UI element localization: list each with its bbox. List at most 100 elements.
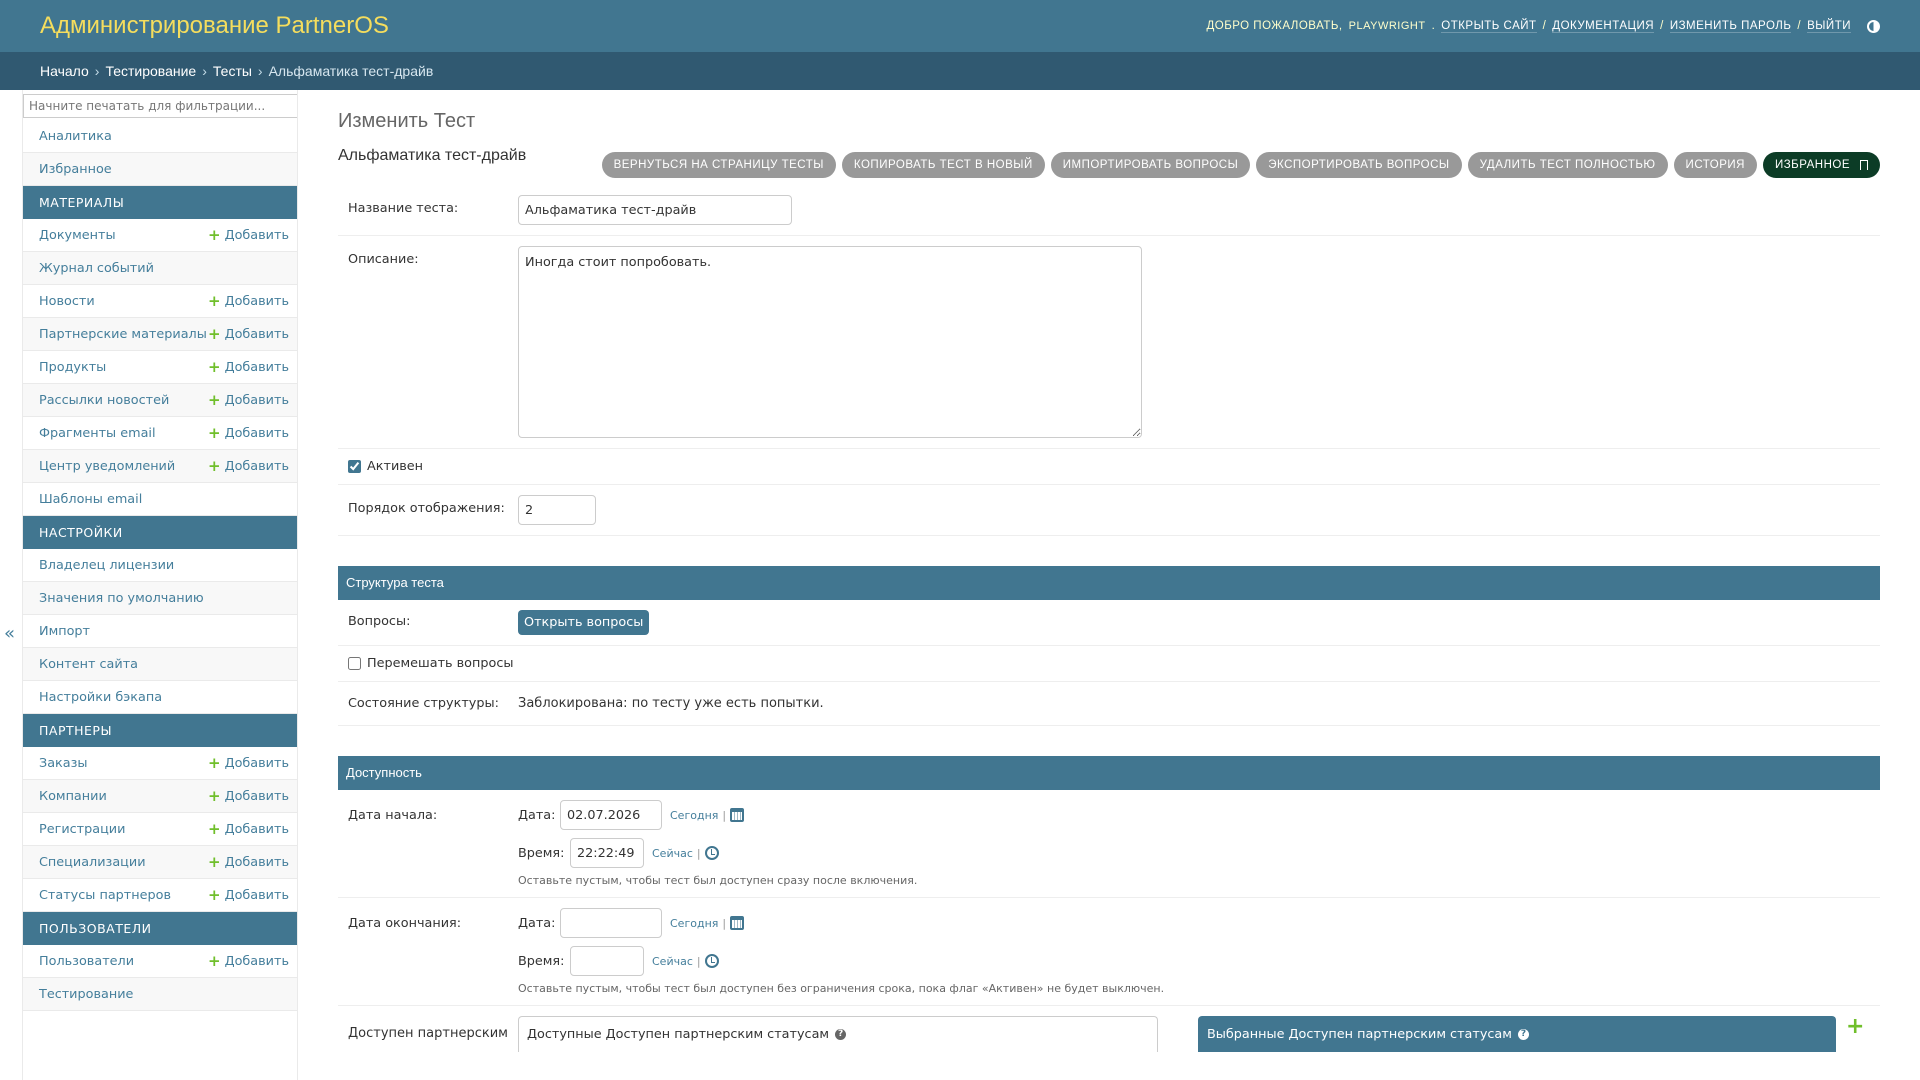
start-now-link[interactable]: Сейчас — [652, 847, 693, 860]
add-link[interactable]: + Добавить — [208, 227, 289, 243]
docs-link[interactable]: Документация — [1552, 20, 1655, 33]
add-link-label: Добавить — [224, 425, 289, 441]
sidebar-item-label[interactable]: Избранное — [39, 162, 112, 177]
add-link[interactable]: + Добавить — [208, 458, 289, 474]
add-link-label: Добавить — [224, 755, 289, 771]
bookmark-icon — [1860, 160, 1868, 170]
order-input[interactable] — [518, 495, 596, 525]
sidebar-item-label[interactable]: Статусы партнеров — [39, 888, 171, 903]
add-link[interactable]: + Добавить — [208, 821, 289, 837]
sidebar-item-label[interactable]: Шаблоны email — [39, 492, 142, 507]
help-icon: ? — [1517, 1029, 1529, 1040]
view-site-link[interactable]: Открыть сайт — [1441, 20, 1537, 33]
add-link-label: Добавить — [224, 392, 289, 408]
end-time-field-label: Время: — [518, 953, 565, 969]
nav-filter-input[interactable] — [23, 94, 297, 118]
sidebar-section-header[interactable]: Партнеры — [23, 714, 297, 747]
sidebar-item-label[interactable]: Аналитика — [39, 129, 112, 144]
add-link[interactable]: + Добавить — [208, 423, 289, 442]
logout-link[interactable]: Выйти — [1807, 20, 1851, 33]
sidebar-section-header[interactable]: Настройки — [23, 516, 297, 549]
delete-test-button[interactable]: Удалить тест полностью — [1467, 152, 1668, 178]
add-link[interactable]: + Добавить — [208, 755, 289, 771]
shuffle-checkbox[interactable] — [348, 657, 361, 670]
sidebar-item-label[interactable]: Документы — [39, 228, 116, 243]
sidebar-item-label[interactable]: Регистрации — [39, 822, 125, 837]
sidebar-item-label[interactable]: Значения по умолчанию — [39, 591, 204, 606]
sidebar-item-label[interactable]: Компании — [39, 789, 107, 804]
start-date-label: Дата начала: — [348, 808, 438, 823]
sidebar-item-label[interactable]: Импорт — [39, 624, 90, 639]
plus-icon: + — [208, 423, 221, 442]
end-today-link[interactable]: Сегодня — [670, 917, 718, 930]
end-now-link[interactable]: Сейчас — [652, 955, 693, 968]
breadcrumb-testing[interactable]: Тестирование — [105, 63, 196, 79]
add-status-icon[interactable]: + — [1846, 1016, 1864, 1038]
copy-test-button[interactable]: Копировать тест в новый — [841, 152, 1045, 178]
user-tools: Добро пожаловать, playwright. Открыть са… — [1206, 19, 1880, 33]
add-link[interactable]: + Добавить — [208, 854, 289, 870]
add-link-label: Добавить — [224, 227, 289, 243]
start-today-link[interactable]: Сегодня — [670, 809, 718, 822]
breadcrumb-home[interactable]: Начало — [40, 63, 89, 79]
add-link-label: Добавить — [224, 293, 289, 309]
toggle-nav-sidebar[interactable]: « — [4, 623, 15, 644]
sidebar-item-label[interactable]: Журнал событий — [39, 261, 154, 276]
calendar-icon[interactable] — [730, 808, 745, 822]
favorite-button[interactable]: Избранное — [1762, 152, 1880, 178]
start-date-row: Дата начала: Дата: Сегодня | — [338, 790, 1880, 898]
available-statuses-box: Доступные Доступен партнерским статусам … — [518, 1016, 1158, 1052]
start-date-input[interactable] — [560, 800, 662, 830]
add-link[interactable]: + Добавить — [208, 392, 289, 408]
sidebar-item-label[interactable]: Владелец лицензии — [39, 558, 174, 573]
sidebar-section-header[interactable]: Материалы — [23, 186, 297, 219]
breadcrumb: Начало › Тестирование › Тесты › Альфамат… — [0, 52, 1920, 90]
sidebar-item[interactable]: Аналитика — [23, 120, 297, 153]
add-link[interactable]: + Добавить — [208, 326, 289, 342]
add-link[interactable]: + Добавить — [208, 291, 289, 310]
sidebar-item: Контент сайта — [23, 648, 297, 681]
order-label: Порядок отображения: — [348, 501, 505, 516]
sidebar-item-label[interactable]: Новости — [39, 294, 95, 309]
theme-toggle-icon[interactable] — [1867, 19, 1880, 33]
add-link[interactable]: + Добавить — [208, 359, 289, 375]
sidebar-item-label[interactable]: Рассылки новостей — [39, 393, 169, 408]
sidebar-item-label[interactable]: Специализации — [39, 855, 146, 870]
clock-icon[interactable] — [704, 954, 719, 968]
clock-icon[interactable] — [704, 846, 719, 860]
sidebar-item-label[interactable]: Настройки бэкапа — [39, 690, 162, 705]
sidebar-item-label[interactable]: Центр уведомлений — [39, 459, 175, 474]
sidebar-item-label[interactable]: Контент сайта — [39, 657, 138, 672]
end-time-input[interactable] — [570, 946, 644, 976]
sidebar-item: Новости + Добавить — [23, 285, 297, 318]
sidebar-item-label[interactable]: Фрагменты email — [39, 426, 156, 441]
sidebar-item-label[interactable]: Продукты — [39, 360, 106, 375]
sidebar-item[interactable]: Избранное — [23, 153, 297, 186]
site-title[interactable]: Администрирование PartnerOS — [40, 12, 389, 40]
calendar-icon[interactable] — [730, 916, 745, 930]
sidebar-item-label[interactable]: Заказы — [39, 756, 88, 771]
description-textarea[interactable]: Иногда стоит попробовать. — [518, 246, 1142, 438]
sidebar-item-label[interactable]: Пользователи — [39, 954, 134, 969]
add-link[interactable]: + Добавить — [208, 887, 289, 903]
plus-icon: + — [208, 291, 221, 310]
sidebar-item-label[interactable]: Партнерские материалы — [39, 327, 207, 342]
structure-fieldset: Структура теста Вопросы: Открыть вопросы… — [338, 566, 1880, 726]
export-questions-button[interactable]: Экспортировать вопросы — [1256, 152, 1462, 178]
sidebar-section-header[interactable]: Пользователи — [23, 912, 297, 945]
chosen-statuses-title: Выбранные Доступен партнерским статусам — [1207, 1027, 1512, 1042]
end-date-input[interactable] — [560, 908, 662, 938]
add-link[interactable]: + Добавить — [208, 953, 289, 969]
active-checkbox[interactable] — [348, 460, 361, 473]
breadcrumb-tests[interactable]: Тесты — [213, 63, 252, 79]
history-button[interactable]: История — [1673, 152, 1757, 178]
start-time-input[interactable] — [570, 838, 644, 868]
add-link[interactable]: + Добавить — [208, 788, 289, 804]
open-questions-button[interactable]: Открыть вопросы — [518, 610, 650, 635]
sidebar-item-label[interactable]: Тестирование — [39, 987, 133, 1002]
change-password-link[interactable]: Изменить пароль — [1669, 20, 1792, 33]
import-questions-button[interactable]: Импортировать вопросы — [1050, 152, 1251, 178]
back-to-tests-button[interactable]: Вернуться на страницу Тесты — [601, 152, 836, 178]
structure-state-value: Заблокирована: по тесту уже есть попытки… — [518, 696, 824, 711]
name-input[interactable] — [518, 195, 792, 225]
